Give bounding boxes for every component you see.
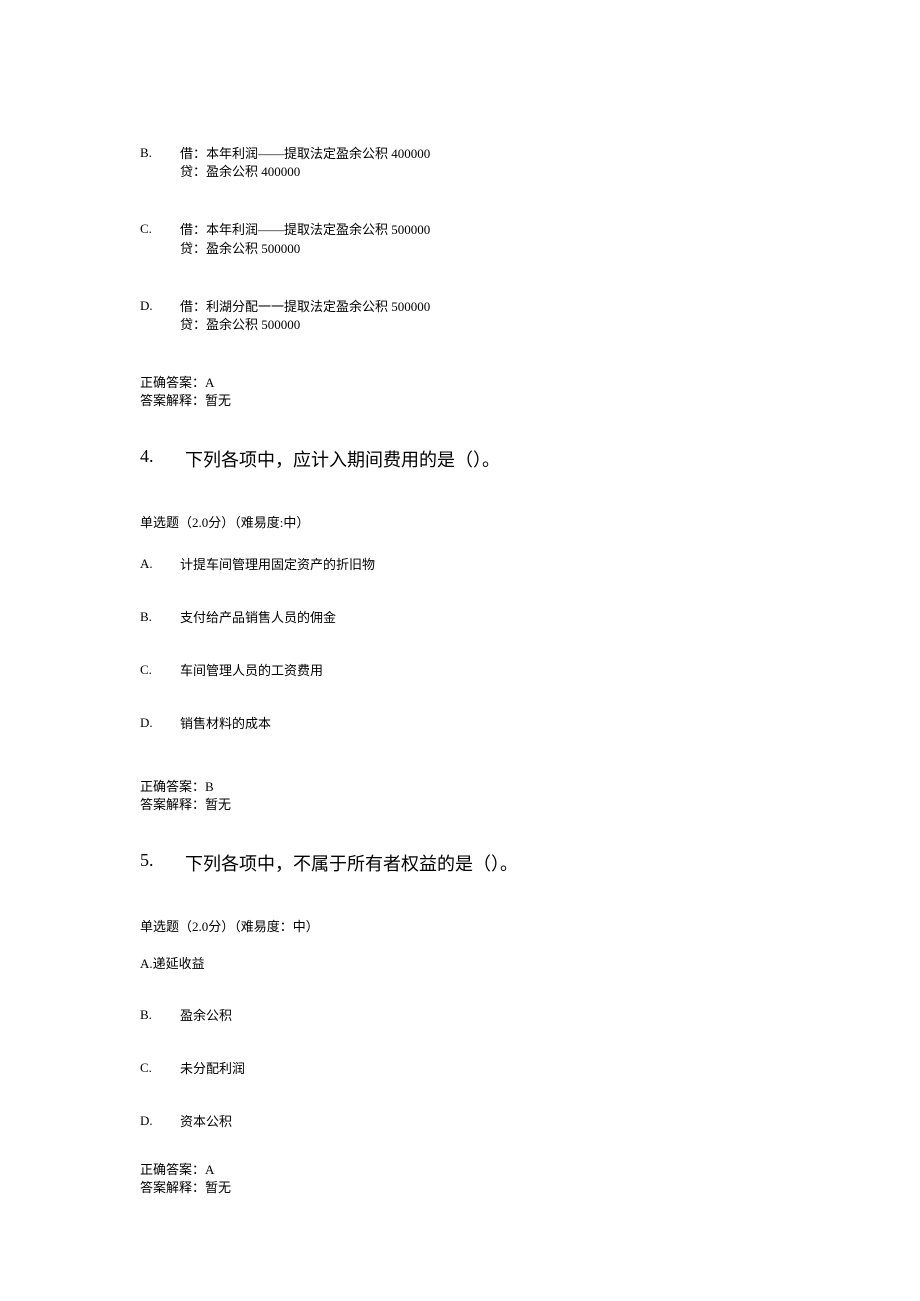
option-text: 计提车间管理用固定资产的折旧物: [180, 556, 800, 574]
option-d: D. 资本公积: [140, 1113, 800, 1131]
option-text: 支付给产品销售人员的佣金: [180, 609, 800, 627]
option-text: 车间管理人员的工资费用: [180, 662, 800, 680]
option-c: C. 未分配利润: [140, 1060, 800, 1078]
text-line: 借：本年利润——提取法定盈余公积 500000: [180, 221, 800, 239]
question-4-header: 4. 下列各项中，应计入期间费用的是（）。: [140, 446, 800, 472]
correct-answer: 正确答案：A: [140, 1161, 800, 1179]
option-label: C.: [140, 662, 180, 680]
question-meta: 单选题（2.0分）（难易度：中）: [140, 916, 800, 935]
option-b: B. 盈余公积: [140, 1007, 800, 1025]
option-label: A.: [140, 556, 180, 574]
answer-explanation: 答案解释：暂无: [140, 796, 800, 814]
question-number: 4.: [140, 446, 185, 472]
question-5-header: 5. 下列各项中，不属于所有者权益的是（）。: [140, 850, 800, 876]
option-d: D. 销售材料的成本: [140, 715, 800, 733]
option-d: D. 借：利湖分配一一提取法定盈余公积 500000 贷：盈余公积 500000: [140, 298, 800, 334]
option-text: 借：本年利润——提取法定盈余公积 400000 贷：盈余公积 400000: [180, 145, 800, 181]
option-label: D.: [140, 1113, 180, 1131]
answer-block: 正确答案：A 答案解释：暂无: [140, 374, 800, 410]
question-text: 下列各项中，不属于所有者权益的是（）。: [185, 850, 800, 876]
option-c: C. 车间管理人员的工资费用: [140, 662, 800, 680]
option-label: B.: [140, 145, 180, 181]
option-a: A.递延收益: [140, 953, 800, 972]
answer-explanation: 答案解释：暂无: [140, 1179, 800, 1197]
correct-answer: 正确答案：A: [140, 374, 800, 392]
option-b: B. 借：本年利润——提取法定盈余公积 400000 贷：盈余公积 400000: [140, 145, 800, 181]
answer-block: 正确答案：B 答案解释：暂无: [140, 778, 800, 814]
option-text: 资本公积: [180, 1113, 800, 1131]
option-text: 借：利湖分配一一提取法定盈余公积 500000 贷：盈余公积 500000: [180, 298, 800, 334]
answer-block: 正确答案：A 答案解释：暂无: [140, 1161, 800, 1197]
question-text: 下列各项中，应计入期间费用的是（）。: [185, 446, 800, 472]
question-number: 5.: [140, 850, 185, 876]
correct-answer: 正确答案：B: [140, 778, 800, 796]
option-b: B. 支付给产品销售人员的佣金: [140, 609, 800, 627]
option-label: D.: [140, 298, 180, 334]
option-label: D.: [140, 715, 180, 733]
option-label: C.: [140, 221, 180, 257]
option-c: C. 借：本年利润——提取法定盈余公积 500000 贷：盈余公积 500000: [140, 221, 800, 257]
option-text: 盈余公积: [180, 1007, 800, 1025]
text-line: 借：本年利润——提取法定盈余公积 400000: [180, 145, 800, 163]
option-label: C.: [140, 1060, 180, 1078]
text-line: 贷：盈余公积 400000: [180, 163, 800, 181]
text-line: 贷：盈余公积 500000: [180, 316, 800, 334]
option-label: B.: [140, 1007, 180, 1025]
answer-explanation: 答案解释：暂无: [140, 392, 800, 410]
option-text: 借：本年利润——提取法定盈余公积 500000 贷：盈余公积 500000: [180, 221, 800, 257]
question-meta: 单选题（2.0分）（难易度:中）: [140, 512, 800, 531]
option-text: 未分配利润: [180, 1060, 800, 1078]
text-line: 借：利湖分配一一提取法定盈余公积 500000: [180, 298, 800, 316]
option-a: A. 计提车间管理用固定资产的折旧物: [140, 556, 800, 574]
option-text: 销售材料的成本: [180, 715, 800, 733]
option-label: B.: [140, 609, 180, 627]
text-line: 贷：盈余公积 500000: [180, 240, 800, 258]
